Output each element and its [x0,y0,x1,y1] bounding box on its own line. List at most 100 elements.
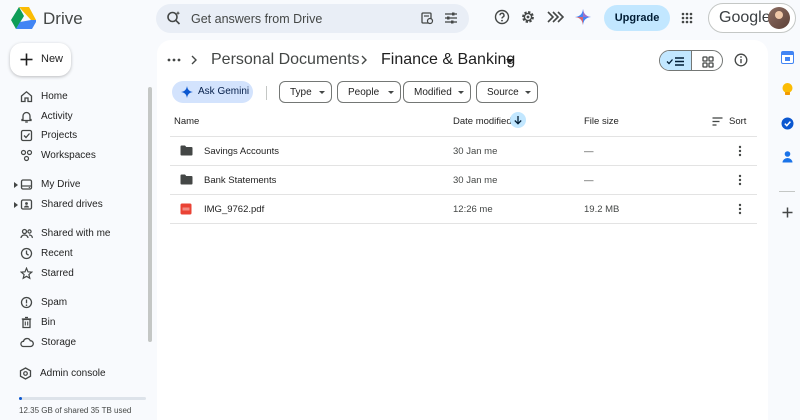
storage-progress [19,397,146,400]
file-size: — [584,175,594,186]
sidebar-item-admin-console[interactable]: Admin console [0,365,150,383]
bell-icon [20,110,33,123]
workspaces-icon [20,149,33,162]
trash-icon [20,316,33,329]
drive-for-desktop-icon[interactable] [546,9,564,25]
home-icon [20,90,33,103]
upgrade-button[interactable]: Upgrade [604,5,670,31]
folder-icon [180,145,193,156]
sidebar-item-workspaces[interactable]: Workspaces [0,147,150,165]
table-row[interactable]: Bank Statements 30 Jan me — [170,165,757,194]
search-filter-icon[interactable] [444,11,458,25]
file-date: 12:26 me [453,204,493,215]
people-icon [20,227,33,240]
expand-caret-icon[interactable] [14,202,18,208]
table-row[interactable]: IMG_9762.pdf 12:26 me 19.2 MB [170,194,757,223]
file-name: Bank Statements [204,175,277,186]
chevron-right-icon [360,55,368,65]
sidebar-item-shared-drives[interactable]: Shared drives [0,196,150,214]
file-browser: Personal Documents Finance & Banking Ask… [157,40,768,420]
shared-drives-icon [20,198,33,211]
breadcrumb-current[interactable]: Finance & Banking [381,51,515,69]
column-header-name[interactable]: Name [174,116,199,127]
admin-icon [19,367,32,380]
search-icon [166,10,182,26]
file-date: 30 Jan me [453,146,498,157]
sidebar-item-spam[interactable]: Spam [0,294,150,312]
new-button-label: New [41,53,64,65]
filter-chip-modified[interactable]: Modified [403,81,471,103]
search-options-icon[interactable] [420,11,434,25]
add-addon-icon[interactable] [781,206,794,219]
sidebar-item-home[interactable]: Home [0,88,150,106]
more-vert-icon[interactable] [737,145,743,157]
breadcrumb-parent[interactable]: Personal Documents [211,51,360,69]
apps-grid-icon[interactable] [681,12,693,24]
chevron-down-icon [388,91,394,94]
table-divider [170,223,757,224]
sidebar-item-storage[interactable]: Storage [0,334,150,352]
table-row[interactable]: Savings Accounts 30 Jan me — [170,136,757,165]
drive-logo-icon[interactable] [11,6,37,30]
chevron-down-icon [458,91,464,94]
grid-view-button[interactable] [692,51,722,70]
more-vert-icon[interactable] [737,203,743,215]
ask-gemini-button[interactable]: Ask Gemini [172,81,253,103]
filter-divider [266,86,267,100]
top-bar: Drive Get answers from Drive Upgrade Goo… [0,0,800,38]
settings-gear-icon[interactable] [520,9,536,25]
cloud-icon [20,336,34,349]
checkbox-icon [20,129,33,142]
folder-icon [180,174,193,185]
file-date: 30 Jan me [453,175,498,186]
more-horiz-icon[interactable] [167,53,181,67]
sidebar-item-recent[interactable]: Recent [0,245,150,263]
storage-usage-text: 12.35 GB of shared 35 TB used [19,406,132,415]
spam-icon [20,296,33,309]
file-size: — [584,146,594,157]
pdf-icon [180,203,192,215]
sort-direction-arrow-icon[interactable] [510,112,526,128]
gemini-icon[interactable] [575,9,591,25]
clock-icon [20,247,33,260]
keep-icon[interactable] [781,82,794,97]
sidebar-item-my-drive[interactable]: My Drive [0,176,150,194]
tasks-icon[interactable] [781,117,794,130]
chevron-down-icon [319,91,325,94]
filter-chip-type[interactable]: Type [279,81,332,103]
calendar-icon[interactable] [781,51,794,64]
chevron-right-icon [190,55,198,65]
contacts-icon[interactable] [781,150,794,163]
search-bar[interactable]: Get answers from Drive [156,4,469,33]
column-header-date-modified[interactable]: Date modified [453,116,512,127]
plus-icon [20,53,33,66]
more-vert-icon[interactable] [737,174,743,186]
storage-progress-fill [19,397,22,400]
list-view-button[interactable] [660,51,692,70]
column-header-file-size[interactable]: File size [584,116,619,127]
sort-button[interactable]: Sort [712,114,752,128]
avatar [768,7,790,29]
google-wordmark: Google [719,9,771,26]
help-icon[interactable] [494,9,510,25]
filter-chip-source[interactable]: Source [476,81,538,103]
sidebar-item-projects[interactable]: Projects [0,127,150,145]
sidebar-scrollbar[interactable] [148,87,152,342]
gemini-sparkle-icon [181,86,193,98]
chevron-down-icon[interactable] [506,59,514,63]
new-button[interactable]: New [10,43,71,76]
sidebar-item-activity[interactable]: Activity [0,108,150,126]
sidebar-item-bin[interactable]: Bin [0,314,150,332]
app-name[interactable]: Drive [43,9,83,29]
filter-chip-people[interactable]: People [337,81,401,103]
file-name: Savings Accounts [204,146,279,157]
info-icon[interactable] [734,53,748,67]
sidebar-item-shared-with-me[interactable]: Shared with me [0,225,150,243]
sidebar-item-starred[interactable]: Starred [0,265,150,283]
file-size: 19.2 MB [584,204,620,215]
file-name: IMG_9762.pdf [204,204,265,215]
search-input[interactable]: Get answers from Drive [191,12,322,26]
expand-caret-icon[interactable] [14,182,18,188]
drive-icon [20,178,33,191]
account-button[interactable]: Google [708,3,796,33]
